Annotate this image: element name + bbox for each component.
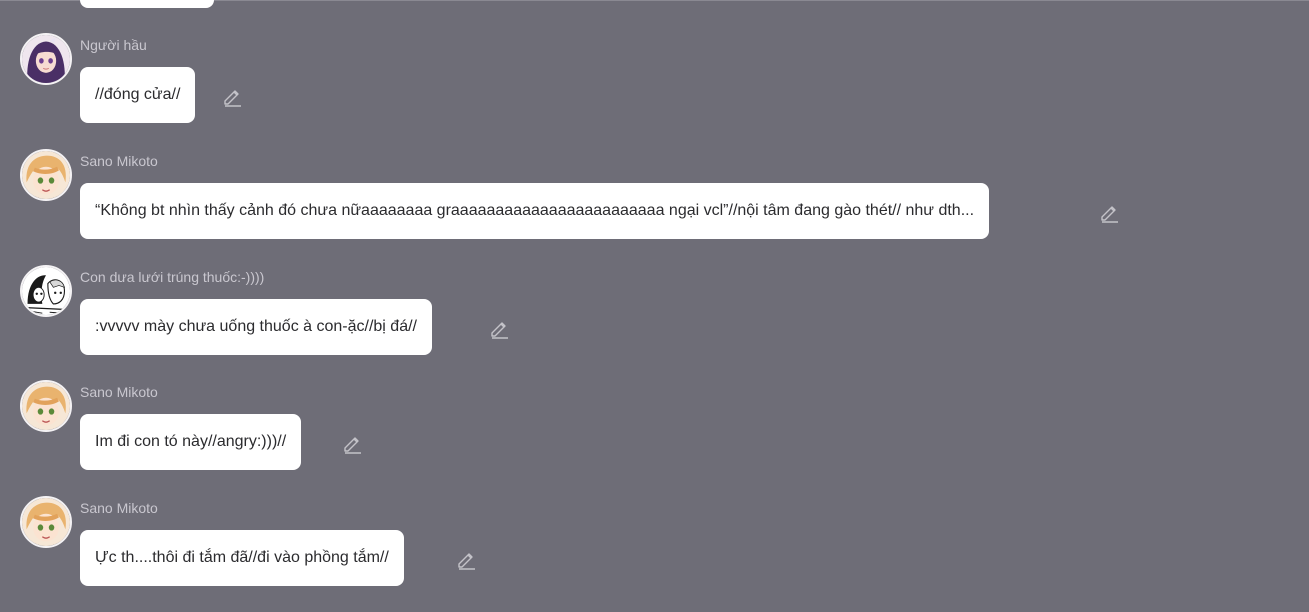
message-bubble: Ực th....thôi đi tắm đã//đi vào phồng tắ… — [80, 530, 404, 586]
edit-pencil-icon[interactable] — [221, 85, 243, 107]
message-author: Sano Mikoto — [80, 500, 158, 516]
edit-pencil-icon[interactable] — [488, 317, 510, 339]
edit-pencil-icon[interactable] — [1098, 201, 1120, 223]
purple-haired-girl-avatar[interactable] — [20, 33, 72, 85]
edit-pencil-icon[interactable] — [455, 548, 477, 570]
edit-pencil-icon[interactable] — [341, 432, 363, 454]
chat-message: Sano Mikoto “Không bt nhìn thấy cảnh đó … — [0, 149, 1309, 265]
message-author: Sano Mikoto — [80, 384, 158, 400]
chat-message: Sano Mikoto Ực th....thôi đi tắm đã//đi … — [0, 496, 1309, 612]
chat-message: Con dưa lưới trúng thuốc:-)))) :vvvvv mà… — [0, 265, 1309, 381]
message-author: Con dưa lưới trúng thuốc:-)))) — [80, 269, 265, 285]
chat-message: Sano Mikoto Im đi con tó này//angry:)))/… — [0, 380, 1309, 496]
message-bubble: :vvvvv mày chưa uống thuốc à con-ặc//bị … — [80, 299, 432, 355]
manga-panel-avatar[interactable] — [20, 265, 72, 317]
message-bubble: “Không bt nhìn thấy cảnh đó chưa nữaaaaa… — [80, 183, 990, 239]
blonde-boy-avatar[interactable] — [20, 496, 72, 548]
message-bubble: Im đi con tó này//angry:)))// — [80, 414, 302, 470]
blonde-boy-avatar[interactable] — [20, 380, 72, 432]
blonde-boy-avatar[interactable] — [20, 149, 72, 201]
message-author: Người hầu — [80, 37, 147, 53]
chat-message: Người hầu //đóng cửa// — [0, 33, 1309, 149]
message-author: Sano Mikoto — [80, 153, 158, 169]
previous-message-bubble — [80, 0, 214, 8]
message-bubble: //đóng cửa// — [80, 67, 196, 123]
